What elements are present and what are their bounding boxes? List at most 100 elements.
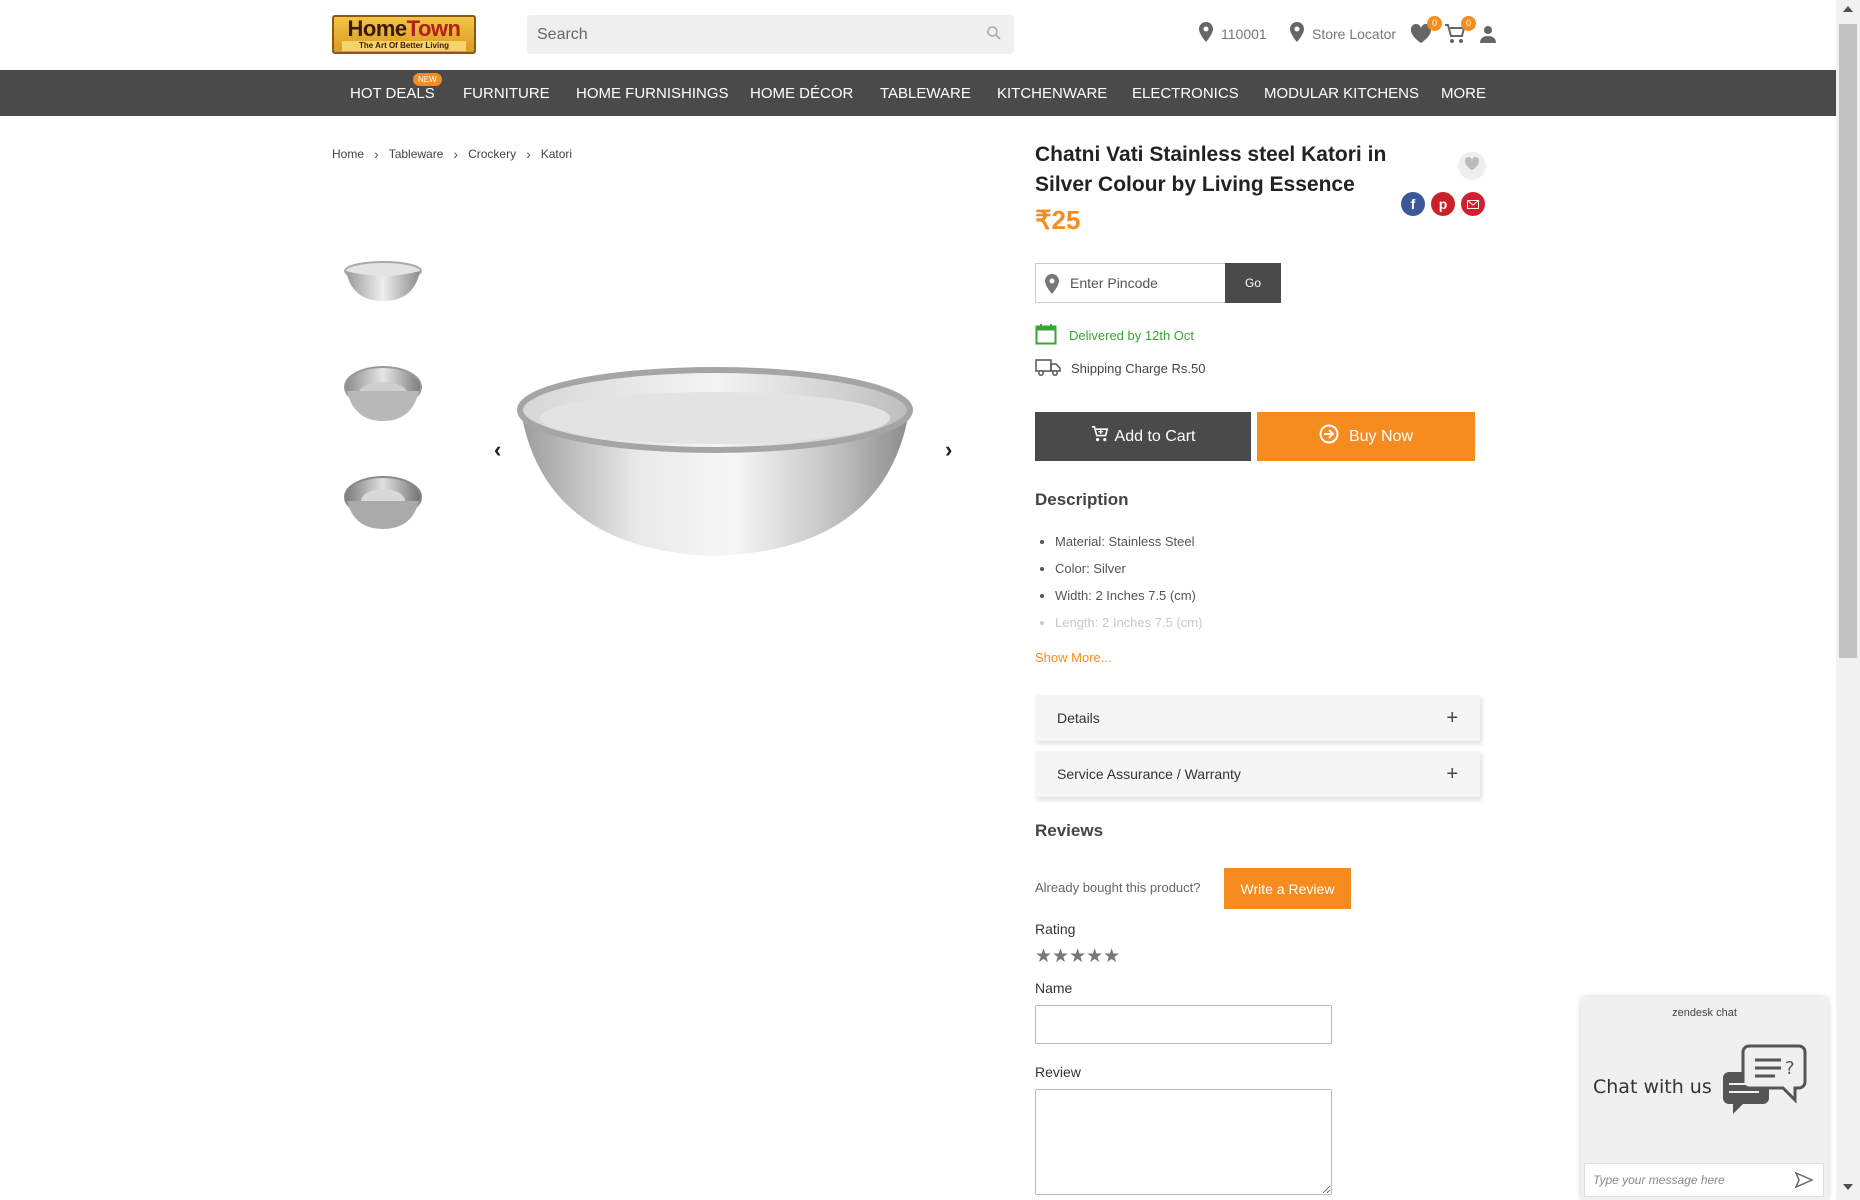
breadcrumb-tableware[interactable]: Tableware <box>389 147 444 161</box>
list-item: Color: Silver <box>1055 555 1202 582</box>
logo-wordmark: HomeTown <box>347 16 461 41</box>
gallery-prev-arrow[interactable]: ‹ <box>494 437 501 463</box>
pincode-indicator[interactable]: 110001 <box>1199 22 1267 45</box>
arrow-circle-icon <box>1319 424 1339 449</box>
email-icon[interactable] <box>1461 192 1485 216</box>
nav-item-more[interactable]: MORE <box>1441 85 1486 102</box>
add-to-wishlist-button[interactable] <box>1458 152 1486 180</box>
location-pin-icon <box>1045 274 1059 299</box>
list-item: Width: 2 Inches 7.5 (cm) <box>1055 582 1202 609</box>
rating-stars[interactable]: ★★★★★ <box>1035 945 1120 968</box>
pincode-field[interactable] <box>1035 263 1225 303</box>
breadcrumb: Home › Tableware › Crockery › Katori <box>332 146 572 162</box>
zendesk-brand: zendesk chat <box>1672 1007 1737 1019</box>
review-textarea[interactable] <box>1035 1089 1332 1195</box>
nav-item-furniture[interactable]: FURNITURE <box>463 85 550 102</box>
logo-tagline: The Art Of Better Living <box>342 41 466 51</box>
account-button[interactable] <box>1480 25 1496 48</box>
breadcrumb-crockery[interactable]: Crockery <box>468 147 516 161</box>
svg-text:?: ? <box>1785 1058 1795 1079</box>
nav-item-home-furnishings[interactable]: HOME FURNISHINGS <box>576 85 729 102</box>
buy-now-button[interactable]: Buy Now <box>1257 412 1475 461</box>
nav-item-hot-deals[interactable]: HOT DEALS <box>350 85 435 102</box>
product-thumbnail-3[interactable] <box>338 465 428 545</box>
warranty-accordion[interactable]: Service Assurance / Warranty + <box>1035 751 1480 797</box>
shipping-info: Shipping Charge Rs.50 <box>1035 358 1205 379</box>
accordion-title: Details <box>1057 710 1100 726</box>
list-item: Material: Stainless Steel <box>1055 528 1202 555</box>
review-label: Review <box>1035 1064 1081 1080</box>
search-icon[interactable] <box>986 25 1002 46</box>
cart-icon <box>1444 24 1466 48</box>
send-icon[interactable] <box>1794 1171 1814 1193</box>
chevron-right-icon: › <box>526 146 531 162</box>
nav-item-modular-kitchens[interactable]: MODULAR KITCHENS <box>1264 85 1419 102</box>
accordion-title: Service Assurance / Warranty <box>1057 766 1241 782</box>
breadcrumb-current: Katori <box>540 147 573 161</box>
already-bought-text: Already bought this product? <box>1035 880 1201 895</box>
pincode-value: 110001 <box>1221 25 1267 42</box>
scroll-up-arrow-icon[interactable] <box>1843 6 1853 12</box>
delivery-info: Delivered by 12th Oct <box>1035 323 1194 348</box>
main-nav: NEW HOT DEALS FURNITURE HOME FURNISHINGS… <box>0 70 1836 116</box>
page-scrollbar[interactable] <box>1836 0 1860 1200</box>
rating-label: Rating <box>1035 921 1076 937</box>
cart-plus-icon <box>1091 426 1109 447</box>
pinterest-icon[interactable]: p <box>1431 192 1455 216</box>
heart-icon <box>1410 23 1432 48</box>
chat-message-input[interactable] <box>1593 1164 1783 1196</box>
description-list: Material: Stainless Steel Color: Silver … <box>1055 528 1202 636</box>
truck-icon <box>1035 358 1061 379</box>
chat-bubble-icon: ? <box>1719 1042 1809 1127</box>
add-to-cart-label: Add to Cart <box>1114 427 1196 445</box>
product-title: Chatni Vati Stainless steel Katori in Si… <box>1035 143 1387 196</box>
details-accordion[interactable]: Details + <box>1035 695 1480 741</box>
scroll-down-arrow-icon[interactable] <box>1843 1184 1853 1190</box>
store-locator-label: Store Locator <box>1312 25 1397 42</box>
chat-with-us-label[interactable]: Chat with us <box>1593 1076 1712 1098</box>
heart-icon <box>1464 156 1480 176</box>
name-label: Name <box>1035 980 1073 996</box>
wishlist-button[interactable]: 0 <box>1410 16 1442 49</box>
nav-item-home-decor[interactable]: HOME DÉCOR <box>750 85 853 102</box>
add-to-cart-button[interactable]: Add to Cart <box>1035 412 1251 461</box>
pincode-go-button[interactable]: Go <box>1225 263 1281 303</box>
gallery-next-arrow[interactable]: › <box>945 437 952 463</box>
search-bar[interactable] <box>527 15 1014 54</box>
calendar-icon <box>1035 323 1057 348</box>
product-thumbnail-2[interactable] <box>338 355 428 435</box>
description-heading: Description <box>1035 490 1129 509</box>
show-more-link[interactable]: Show More... <box>1035 650 1112 665</box>
cart-button[interactable]: 0 <box>1444 16 1476 49</box>
reviews-heading: Reviews <box>1035 821 1104 840</box>
chevron-right-icon: › <box>453 146 459 162</box>
pincode-input[interactable] <box>1070 264 1220 302</box>
delivery-text: Delivered by 12th Oct <box>1069 328 1195 343</box>
chat-message-box[interactable] <box>1584 1163 1824 1197</box>
scrollbar-thumb[interactable] <box>1839 24 1857 658</box>
list-item: Length: 2 Inches 7.5 (cm) <box>1055 609 1202 636</box>
buy-now-label: Buy Now <box>1348 427 1414 445</box>
search-input[interactable] <box>537 15 967 54</box>
nav-item-electronics[interactable]: ELECTRONICS <box>1132 85 1239 102</box>
review-name-input[interactable] <box>1035 1005 1332 1044</box>
nav-item-kitchenware[interactable]: KITCHENWARE <box>997 85 1107 102</box>
location-pin-icon <box>1199 22 1213 45</box>
plus-icon: + <box>1446 706 1458 729</box>
location-pin-icon <box>1290 22 1304 45</box>
facebook-icon[interactable]: f <box>1401 192 1425 216</box>
product-main-image[interactable] <box>515 360 915 570</box>
product-thumbnail-1[interactable] <box>338 242 428 322</box>
cart-count-badge: 0 <box>1461 16 1476 31</box>
nav-item-tableware[interactable]: TABLEWARE <box>880 85 971 102</box>
user-icon <box>1480 26 1496 47</box>
store-locator-link[interactable]: Store Locator <box>1290 22 1396 45</box>
breadcrumb-home[interactable]: Home <box>332 147 364 161</box>
wishlist-count-badge: 0 <box>1427 16 1442 31</box>
hometown-logo[interactable]: HomeTown The Art Of Better Living <box>332 15 476 54</box>
zendesk-chat-widget[interactable]: zendesk chat Chat with us ? <box>1581 997 1828 1200</box>
site-header: HomeTown The Art Of Better Living 110001… <box>0 0 1836 70</box>
shipping-text: Shipping Charge Rs.50 <box>1071 361 1206 376</box>
plus-icon: + <box>1446 762 1458 785</box>
write-review-button[interactable]: Write a Review <box>1224 868 1351 909</box>
